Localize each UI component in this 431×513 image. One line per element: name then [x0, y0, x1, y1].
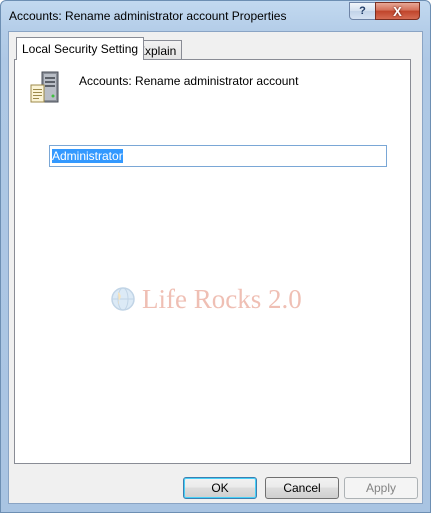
watermark: Life Rocks 2.0: [110, 279, 302, 319]
properties-dialog: Accounts: Rename administrator account P…: [0, 0, 431, 513]
window-title: Accounts: Rename administrator account P…: [9, 9, 287, 23]
ok-button[interactable]: OK: [183, 477, 257, 499]
dialog-client-area: Local Security Setting Explain Accounts:…: [8, 31, 423, 504]
apply-button[interactable]: Apply: [344, 477, 418, 499]
globe-logo-icon: [111, 287, 135, 311]
close-button[interactable]: X: [375, 2, 420, 20]
policy-name: Accounts: Rename administrator account: [79, 74, 299, 88]
close-icon: X: [393, 3, 402, 19]
tab-panel: Accounts: Rename administrator account A…: [14, 59, 411, 464]
account-name-value: Administrator: [52, 149, 123, 163]
help-icon: ?: [359, 5, 366, 17]
tab-local-security-setting[interactable]: Local Security Setting: [16, 37, 145, 60]
cancel-button[interactable]: Cancel: [265, 477, 339, 499]
server-icon: [30, 71, 59, 103]
watermark-text: Life Rocks 2.0: [142, 283, 302, 314]
account-name-input[interactable]: Administrator: [49, 145, 387, 167]
help-button[interactable]: ?: [349, 2, 376, 20]
title-bar[interactable]: Accounts: Rename administrator account P…: [1, 1, 430, 31]
